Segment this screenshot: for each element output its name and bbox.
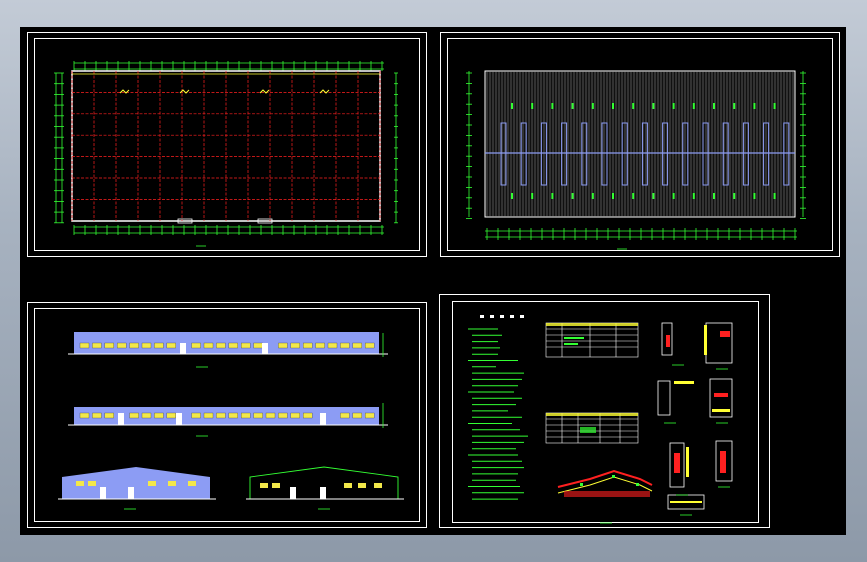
elevations-drawing — [58, 332, 404, 510]
sheet-details[interactable] — [439, 294, 770, 528]
sheet-elevations[interactable] — [27, 302, 427, 528]
cad-drawing-canvas[interactable] — [20, 27, 846, 535]
sheet-floor-plan[interactable] — [27, 32, 427, 257]
details-drawing — [468, 315, 733, 524]
floor-plan-drawing — [54, 61, 398, 247]
sheet-roof-plan[interactable] — [440, 32, 840, 257]
roof-plan-drawing — [466, 70, 806, 250]
